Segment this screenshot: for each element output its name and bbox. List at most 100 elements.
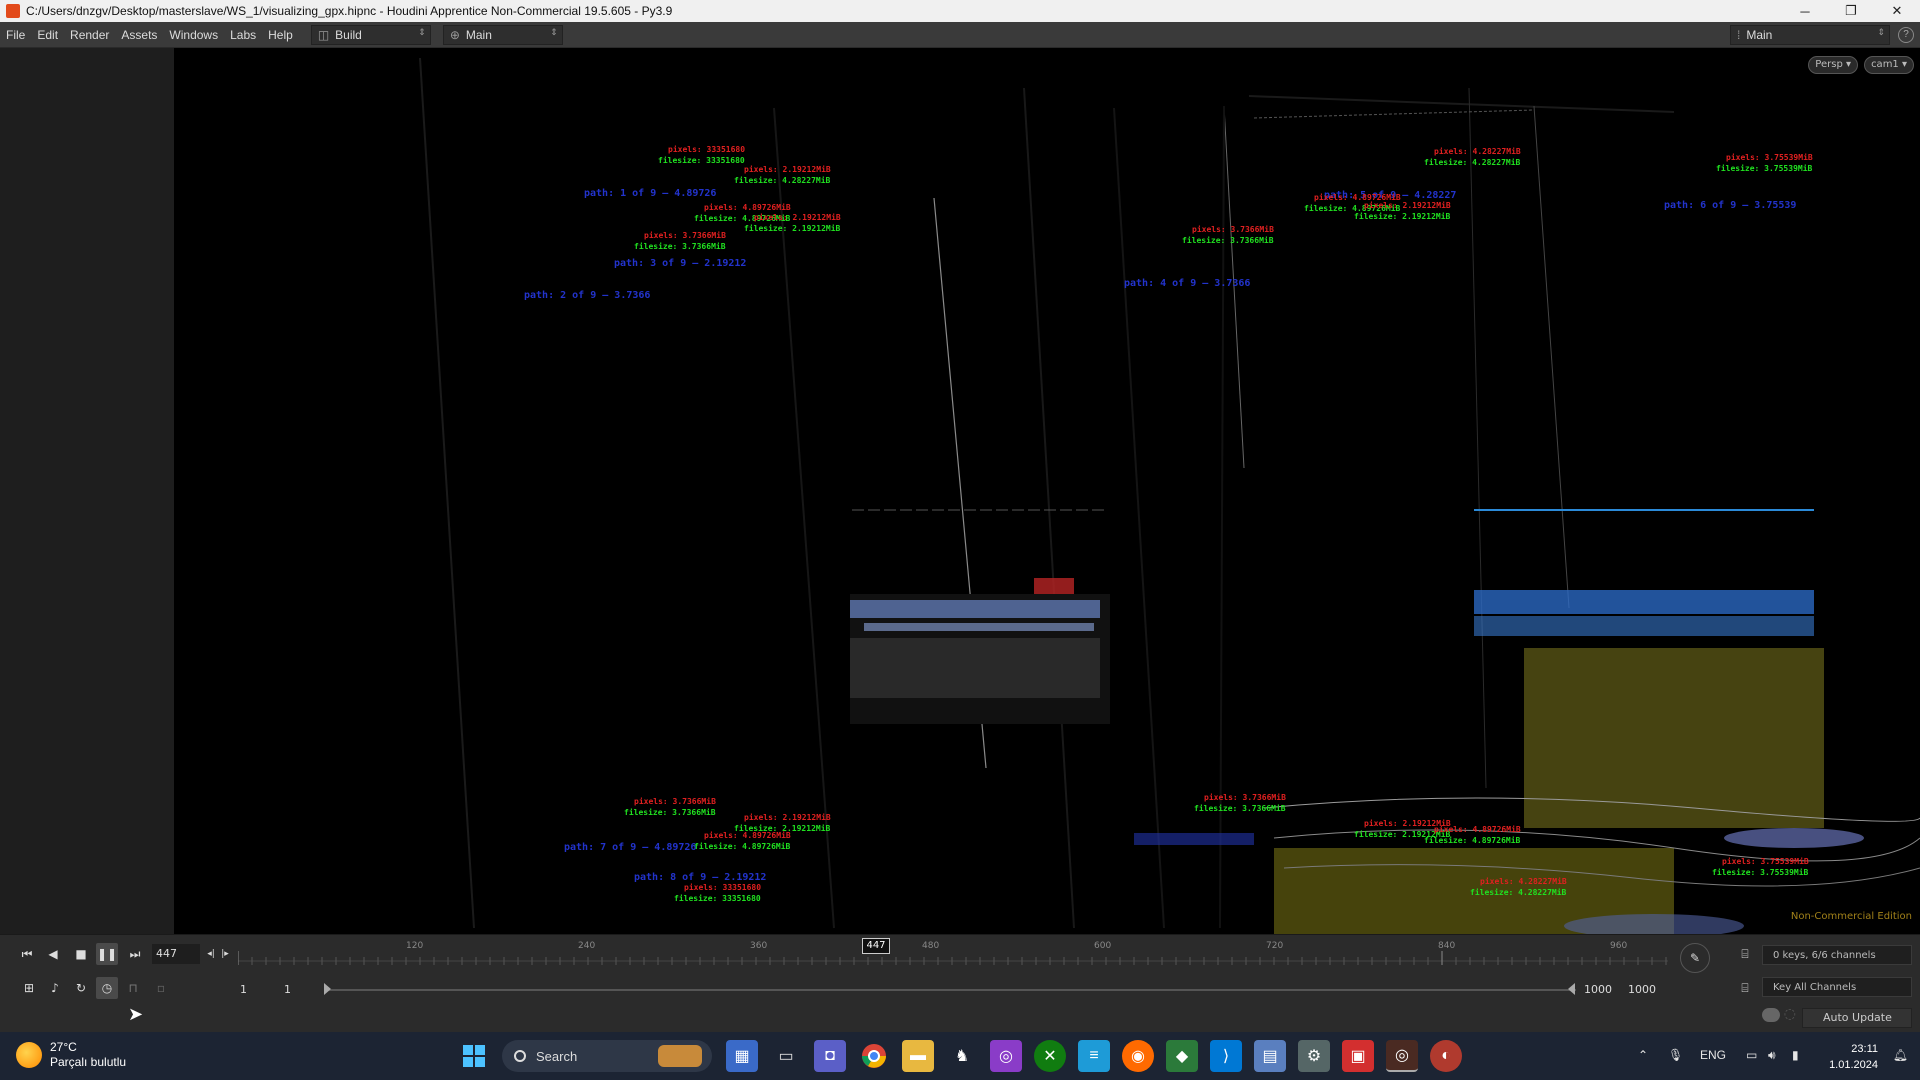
temperature-label: 27°C xyxy=(50,1040,77,1054)
stop-icon[interactable]: ■ xyxy=(70,943,92,965)
scene-label-filesize: filesize: 4.28227MiB xyxy=(1470,887,1567,897)
scene-label-filesize: filesize: 4.89726MiB xyxy=(1424,835,1521,845)
help-icon[interactable]: ? xyxy=(1898,27,1914,43)
vscode-icon[interactable]: ⟩ xyxy=(1210,1040,1242,1072)
key-icon[interactable]: ⌸ xyxy=(1734,977,1756,999)
menu-file[interactable]: File xyxy=(0,28,31,42)
scene-label-filesize: filesize: 3.7366MiB xyxy=(1182,235,1274,245)
search-label: Search xyxy=(536,1048,578,1064)
scene-label-pixels: pixels: 4.89726MiB xyxy=(704,830,791,840)
audio-icon[interactable]: ♪ xyxy=(44,977,66,999)
minimize-button[interactable]: ─ xyxy=(1782,0,1828,22)
menu-windows[interactable]: Windows xyxy=(163,28,224,42)
key-all-channels-button[interactable]: Key All Channels xyxy=(1762,977,1912,997)
windows-logo-icon xyxy=(463,1045,485,1067)
volume-icon[interactable]: 🔊︎ xyxy=(1768,1048,1776,1063)
end-frame-field-2[interactable]: 1000 xyxy=(1628,981,1656,999)
maximize-button[interactable]: ❐ xyxy=(1828,0,1874,22)
jump-to-start-icon[interactable]: ⏮ xyxy=(16,943,38,965)
rhino-icon[interactable]: ♞ xyxy=(946,1040,978,1072)
scene-label-pixels: pixels: 2.19212MiB xyxy=(1364,200,1451,210)
playbar: ⏮ ◀ ■ ❚❚ ⏭ 447 ◂| |▸ 120 240 360 480 600… xyxy=(0,934,1920,1000)
chevron-updown-icon: ⇕ xyxy=(418,26,426,37)
scene-label-pixels: pixels: 3.75539MiB xyxy=(1726,152,1813,162)
chrome-icon[interactable] xyxy=(858,1040,890,1072)
microphone-icon[interactable]: 🎙︎ xyxy=(1668,1048,1683,1062)
scene-label-pixels: pixels: 4.89726MiB xyxy=(1434,824,1521,834)
taskbar-search[interactable]: Search xyxy=(502,1040,712,1072)
step-forward-icon[interactable]: |▸ xyxy=(214,943,236,965)
scene-label-filesize: filesize: 3.7366MiB xyxy=(1194,803,1286,813)
task-view-icon[interactable]: ▭ xyxy=(770,1040,802,1072)
range-start-handle[interactable] xyxy=(324,983,331,995)
task-manager-icon[interactable]: ▤ xyxy=(1254,1040,1286,1072)
menu-assets[interactable]: Assets xyxy=(115,28,163,42)
svg-text:path: 7 of 9 — 4.89726: path: 7 of 9 — 4.89726 xyxy=(564,842,696,853)
tray-chevron-up-icon[interactable]: ⌃ xyxy=(1638,1048,1648,1062)
system-clock[interactable]: 23:11 1.01.2024 xyxy=(1829,1041,1878,1073)
pdf-reader-icon[interactable]: ▣ xyxy=(1342,1040,1374,1072)
battery-icon[interactable]: ▮ xyxy=(1792,1048,1799,1062)
widgets-icon[interactable]: ▦ xyxy=(726,1040,758,1072)
scene-viewport[interactable]: path: 1 of 9 — 4.89726 path: 2 of 9 — 3.… xyxy=(174,48,1920,934)
houdini-launcher-icon[interactable]: ◉ xyxy=(1122,1040,1154,1072)
language-indicator[interactable]: ENG xyxy=(1700,1048,1726,1062)
houdini-app-icon xyxy=(6,4,20,18)
non-commercial-watermark: Non-Commercial Edition xyxy=(1790,911,1912,922)
settings-icon[interactable]: ⚙ xyxy=(1298,1040,1330,1072)
frame-marker[interactable]: 447 xyxy=(862,938,890,954)
scene-label-pixels: pixels: 4.89726MiB xyxy=(704,202,791,212)
desktop-build-select[interactable]: ◫ Build ⇕ xyxy=(310,24,431,45)
menu-render[interactable]: Render xyxy=(64,28,115,42)
timeline-bar[interactable]: 120 240 360 480 600 720 840 960 447 xyxy=(237,938,1668,969)
auto-update-select[interactable]: Auto Update xyxy=(1802,1008,1912,1028)
menu-labs[interactable]: Labs xyxy=(224,28,262,42)
network-icon[interactable]: ▭ xyxy=(1746,1048,1757,1062)
start-frame-field[interactable]: 1 xyxy=(240,981,247,999)
current-frame-field[interactable]: 447 xyxy=(152,944,200,964)
range-end-handle[interactable] xyxy=(1568,983,1575,995)
notification-bell-icon[interactable]: 🔔︎ xyxy=(1893,1048,1908,1062)
tick-label: 120 xyxy=(406,941,424,951)
range-lock-icon[interactable]: ⊓ xyxy=(122,977,144,999)
desktop-main-select[interactable]: ⊕ Main ⇕ xyxy=(442,24,563,45)
camera-select-button[interactable]: cam1 ▾ xyxy=(1864,56,1914,74)
loop-icon[interactable]: ↻ xyxy=(70,977,92,999)
pause-icon[interactable]: ❚❚ xyxy=(96,943,118,965)
end-frame-field[interactable]: 1000 xyxy=(1584,981,1612,999)
notepad-icon[interactable]: ≡ xyxy=(1078,1040,1110,1072)
teams-icon[interactable]: ◘ xyxy=(814,1040,846,1072)
chat-bubble-icon[interactable] xyxy=(1762,1008,1780,1022)
jump-to-end-icon[interactable]: ⏭ xyxy=(124,943,146,965)
menu-edit[interactable]: Edit xyxy=(31,28,64,42)
step-size-icon[interactable]: ▫ xyxy=(150,977,172,999)
key-wrench-icon[interactable]: ✎ xyxy=(1680,943,1710,973)
scene-label-filesize: filesize: 3.75539MiB xyxy=(1716,163,1813,173)
menu-help[interactable]: Help xyxy=(262,28,299,42)
houdini-active-icon[interactable]: ◎ xyxy=(1386,1040,1418,1072)
desktop-build-label: Build xyxy=(335,27,362,42)
chevron-updown-icon: ⇕ xyxy=(1877,27,1885,37)
weather-widget[interactable]: 27°C Parçalı bulutlu xyxy=(16,1040,126,1070)
clock-icon[interactable]: ◷ xyxy=(96,977,118,999)
svg-text:path: 8 of 9 — 2.19212: path: 8 of 9 — 2.19212 xyxy=(634,872,766,883)
resolve-icon[interactable]: ◐ xyxy=(1430,1040,1462,1072)
windows-start-icon[interactable] xyxy=(458,1040,490,1072)
scene-label-filesize: filesize: 4.28227MiB xyxy=(1424,157,1521,167)
right-desktop-select[interactable]: ⁞ Main ⇕ xyxy=(1730,25,1890,45)
play-reverse-icon[interactable]: ◀ xyxy=(42,943,64,965)
range-slider-track[interactable] xyxy=(326,989,1576,991)
keys-info-field[interactable]: 0 keys, 6/6 channels xyxy=(1762,945,1912,965)
xbox-icon[interactable]: ✕ xyxy=(1034,1040,1066,1072)
svg-text:path: 1 of 9 — 4.89726: path: 1 of 9 — 4.89726 xyxy=(584,188,716,199)
file-explorer-icon[interactable]: ▬ xyxy=(902,1040,934,1072)
close-button[interactable]: ✕ xyxy=(1874,0,1920,22)
realtime-toggle-icon[interactable]: ⊞ xyxy=(18,977,40,999)
git-icon[interactable]: ◆ xyxy=(1166,1040,1198,1072)
channel-list-icon[interactable]: ⌸ xyxy=(1734,943,1756,965)
start-frame-field-2[interactable]: 1 xyxy=(284,981,291,999)
weather-icon xyxy=(16,1042,42,1068)
persp-view-button[interactable]: Persp ▾ xyxy=(1808,56,1858,74)
instagram-icon[interactable]: ◎ xyxy=(990,1040,1022,1072)
scene-label-pixels: pixels: 3.7366MiB xyxy=(1192,224,1274,234)
